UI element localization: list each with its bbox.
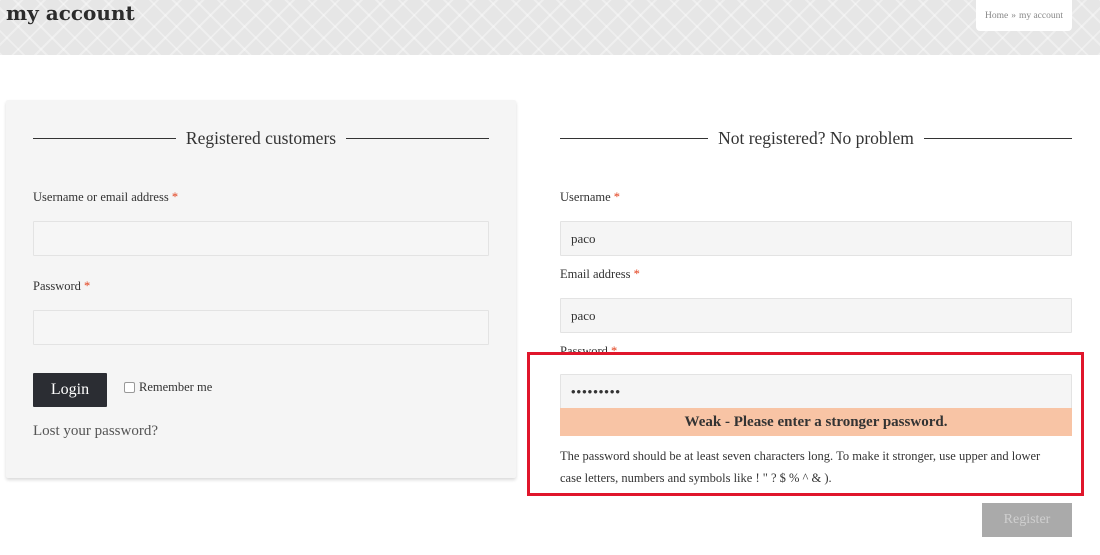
register-heading-text: Not registered? No problem [718, 128, 914, 148]
register-heading: Not registered? No problem [560, 128, 1072, 149]
register-button[interactable]: Register [982, 503, 1072, 537]
password-strength-meter: Weak - Please enter a stronger password. [560, 408, 1072, 436]
register-username-label: Username * [560, 190, 620, 205]
heading-rule-left [560, 138, 709, 139]
required-mark: * [613, 190, 621, 204]
register-section: Not registered? No problem Username * Em… [0, 0, 1100, 555]
register-password-label-text: Password [560, 344, 608, 358]
required-mark: * [611, 344, 618, 358]
password-hint: The password should be at least seven ch… [560, 449, 1041, 485]
register-email-input[interactable] [560, 298, 1072, 333]
register-username-label-text: Username [560, 190, 611, 204]
register-email-label-text: Email address [560, 267, 631, 281]
register-password-label: Password * [560, 344, 617, 359]
register-email-label: Email address * [560, 267, 640, 282]
heading-rule-right [923, 138, 1072, 139]
register-password-input[interactable] [560, 374, 1072, 409]
register-username-input[interactable] [560, 221, 1072, 256]
required-mark: * [633, 267, 640, 281]
